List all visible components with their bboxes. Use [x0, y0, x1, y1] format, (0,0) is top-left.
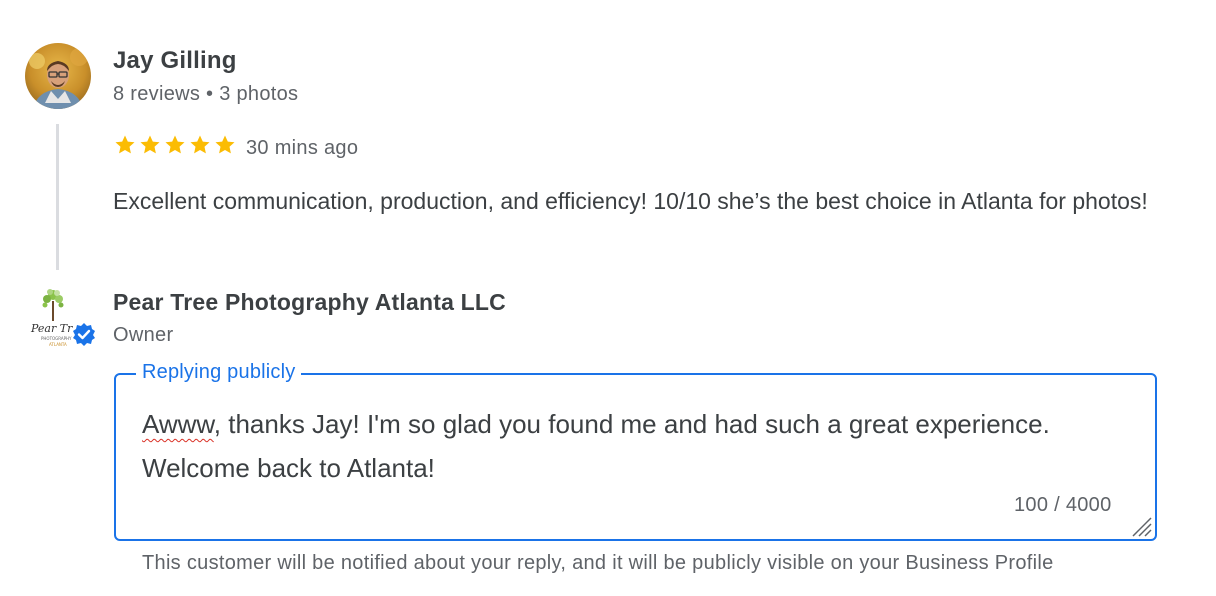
review-text: Excellent communication, production, and…	[113, 188, 1148, 214]
logo-text-sub: PHOTOGRAPHY	[41, 336, 72, 341]
star-icon	[215, 135, 235, 154]
reply-text-rest: , thanks Jay! I'm so glad you found me a…	[142, 409, 1050, 483]
helper-text: This customer will be notified about you…	[142, 552, 1054, 574]
reviewer-meta: 8 reviews • 3 photos	[113, 83, 299, 105]
owner-avatar: Pear Tr PHOTOGRAPHY ATLANTA	[27, 285, 97, 353]
reviewer-name[interactable]: Jay Gilling	[113, 47, 237, 75]
misspelled-word[interactable]: Awww	[142, 409, 214, 439]
character-count: 100 / 4000	[1014, 494, 1112, 516]
star-icon	[165, 135, 185, 154]
thread-line	[56, 124, 59, 270]
review-time: 30 mins ago	[246, 137, 359, 159]
star-rating	[113, 133, 237, 157]
star-icon	[115, 135, 135, 154]
owner-role: Owner	[113, 324, 174, 346]
resize-handle-icon[interactable]	[1127, 512, 1153, 538]
star-icon	[140, 135, 160, 154]
reply-label: Replying publicly	[136, 361, 302, 384]
logo-text-main: Pear Tr	[30, 322, 73, 335]
star-icon	[190, 135, 210, 154]
logo-text-city: ATLANTA	[49, 342, 67, 347]
owner-name: Pear Tree Photography Atlanta LLC	[113, 289, 506, 315]
reply-text[interactable]: Awww, thanks Jay! I'm so glad you found …	[142, 402, 1102, 490]
reviewer-avatar[interactable]	[25, 43, 91, 109]
